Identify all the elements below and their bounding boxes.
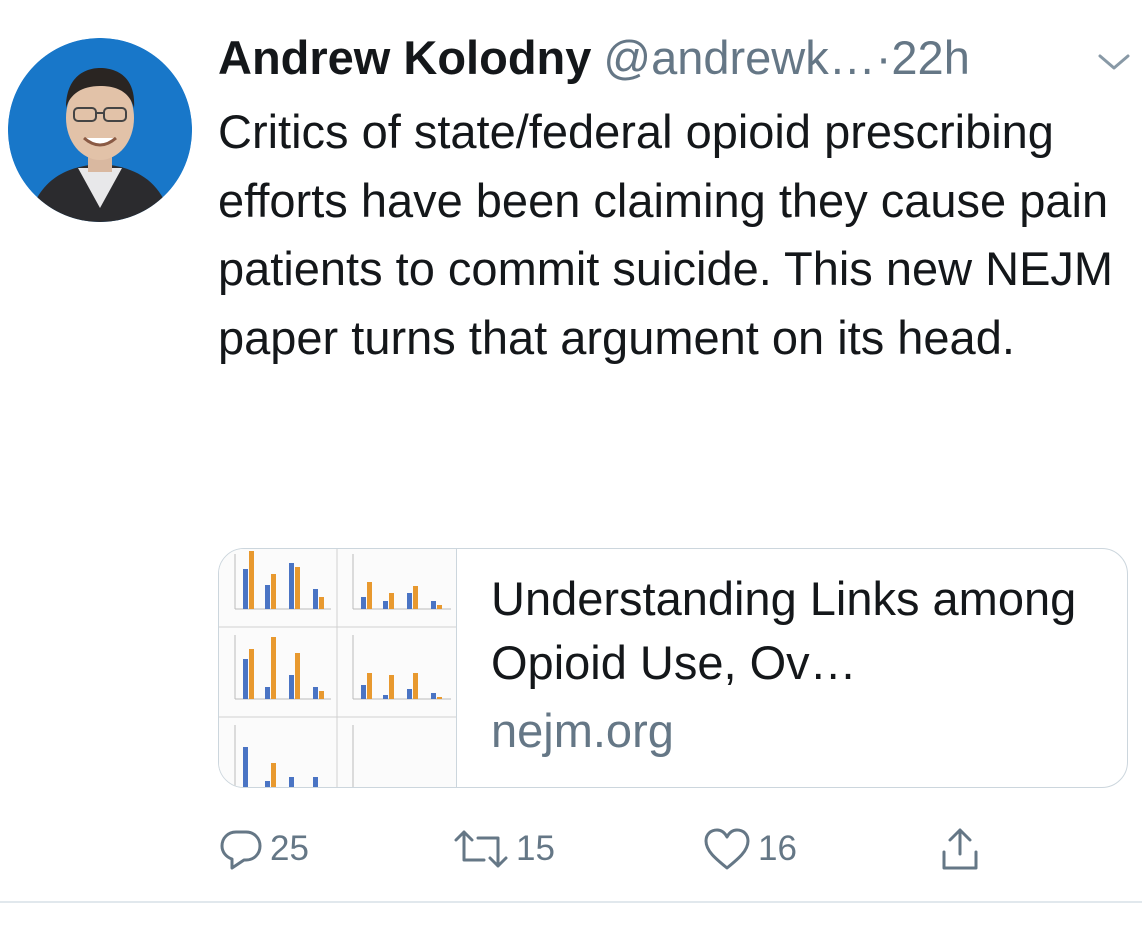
- link-card[interactable]: Understanding Links among Opioid Use, Ov…: [218, 548, 1128, 788]
- like-count: 16: [758, 829, 797, 868]
- chevron-down-icon[interactable]: [1096, 50, 1132, 74]
- reply-count: 25: [270, 829, 309, 868]
- thumbnail-chart-image: [219, 549, 456, 787]
- card-thumbnail: [219, 549, 457, 787]
- bottom-divider: [0, 901, 1142, 903]
- tweet-header: Andrew Kolodny @andrewk…·22h: [218, 30, 1138, 94]
- like-button[interactable]: 16: [702, 822, 797, 876]
- tweet-text: Critics of state/federal opioid prescrib…: [218, 105, 1114, 364]
- share-button[interactable]: [938, 822, 982, 876]
- retweet-button[interactable]: 15: [452, 822, 555, 876]
- tweet-timestamp[interactable]: ·22h: [876, 31, 970, 84]
- avatar-photo: [8, 38, 192, 222]
- share-icon: [942, 828, 978, 870]
- author-handle[interactable]: @andrewk…: [603, 31, 875, 84]
- reply-button[interactable]: 25: [218, 822, 309, 876]
- card-domain: nejm.org: [491, 704, 674, 757]
- retweet-icon: [454, 830, 508, 868]
- tweet-actions: 25 15 16: [218, 822, 998, 876]
- reply-icon: [220, 830, 262, 870]
- like-icon: [704, 828, 750, 870]
- retweet-count: 15: [516, 829, 555, 868]
- author-avatar[interactable]: [8, 38, 192, 222]
- author-name[interactable]: Andrew Kolodny: [218, 31, 591, 84]
- card-title[interactable]: Understanding Links among Opioid Use, Ov…: [491, 567, 1101, 695]
